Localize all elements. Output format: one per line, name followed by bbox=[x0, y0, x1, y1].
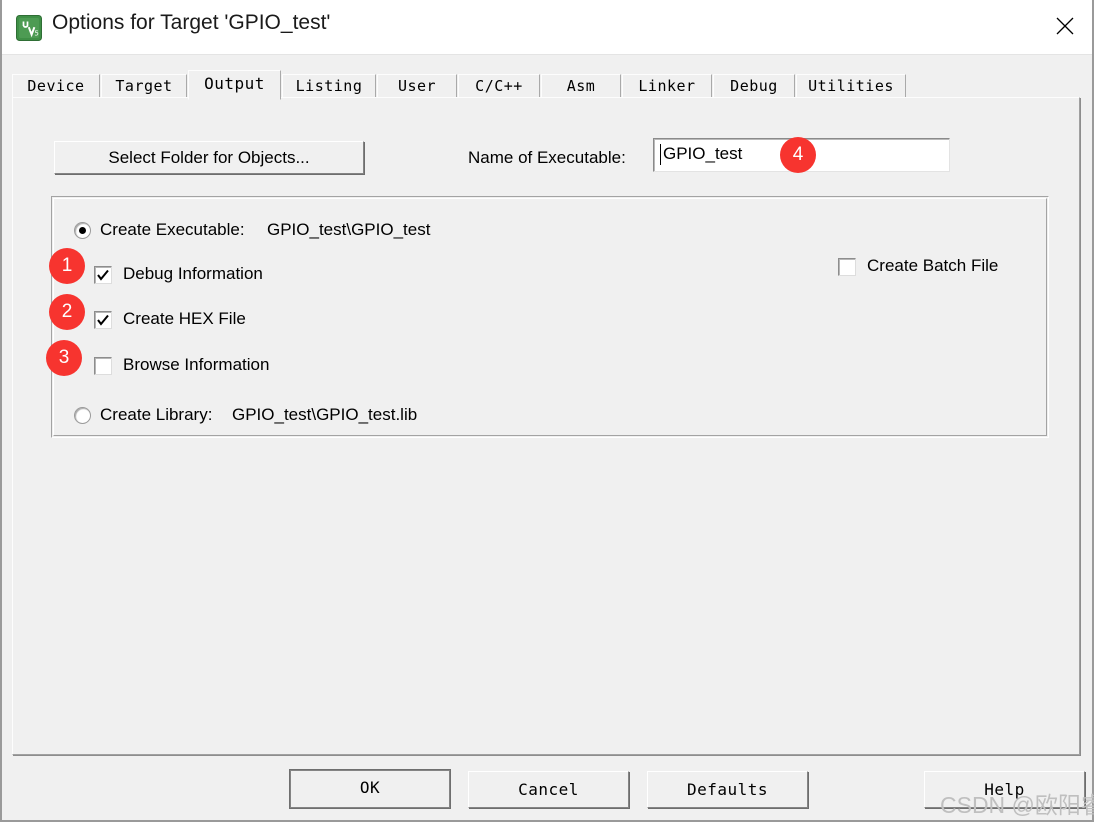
select-folder-for-objects-button[interactable]: Select Folder for Objects... bbox=[54, 141, 364, 174]
tab-utilities[interactable]: Utilities bbox=[796, 74, 906, 98]
tab-user[interactable]: User bbox=[377, 74, 457, 98]
title-bar: 5 Options for Target 'GPIO_test' bbox=[2, 0, 1092, 55]
tab-strip: Device Target Output Listing User C/C++ … bbox=[12, 70, 1082, 100]
tab-c-cpp[interactable]: C/C++ bbox=[458, 74, 540, 98]
radio-indicator bbox=[74, 407, 91, 424]
page-title: Options for Target 'GPIO_test' bbox=[52, 11, 331, 34]
keil-uvision-logo-icon: 5 bbox=[16, 15, 42, 41]
browse-information-label: Browse Information bbox=[123, 355, 270, 374]
create-executable-path: GPIO_test\GPIO_test bbox=[267, 220, 431, 239]
tab-debug[interactable]: Debug bbox=[713, 74, 795, 98]
tab-listing[interactable]: Listing bbox=[282, 74, 376, 98]
annotation-badge-2: 2 bbox=[49, 294, 85, 330]
create-library-path: GPIO_test\GPIO_test.lib bbox=[232, 405, 418, 424]
checkbox-indicator bbox=[94, 357, 112, 375]
tab-target[interactable]: Target bbox=[101, 74, 187, 98]
checkbox-indicator bbox=[838, 258, 856, 276]
create-library-label: Create Library: bbox=[100, 405, 213, 424]
close-icon[interactable] bbox=[1038, 0, 1092, 53]
defaults-button[interactable]: Defaults bbox=[647, 771, 808, 808]
svg-text:5: 5 bbox=[34, 29, 38, 37]
options-dialog-window: 5 Options for Target 'GPIO_test' Device … bbox=[0, 0, 1094, 822]
radio-indicator bbox=[74, 222, 91, 239]
annotation-badge-1: 1 bbox=[49, 248, 85, 284]
tab-linker[interactable]: Linker bbox=[622, 74, 712, 98]
debug-information-label: Debug Information bbox=[123, 264, 263, 283]
tab-asm[interactable]: Asm bbox=[541, 74, 621, 98]
create-executable-label: Create Executable: bbox=[100, 220, 245, 239]
name-of-executable-label: Name of Executable: bbox=[468, 148, 626, 167]
annotation-badge-3: 3 bbox=[46, 340, 82, 376]
create-batch-file-label: Create Batch File bbox=[867, 256, 999, 275]
cancel-button[interactable]: Cancel bbox=[468, 771, 629, 808]
text-caret bbox=[660, 144, 661, 165]
checkbox-indicator bbox=[94, 266, 112, 284]
tab-output[interactable]: Output bbox=[188, 70, 281, 100]
radio-dot bbox=[79, 227, 86, 234]
tab-device[interactable]: Device bbox=[12, 74, 100, 98]
watermark: CSDN @欧阳睿 bbox=[940, 792, 1094, 818]
name-of-executable-value: GPIO_test bbox=[663, 144, 743, 163]
ok-button[interactable]: OK bbox=[290, 770, 450, 808]
create-hex-file-label: Create HEX File bbox=[123, 309, 246, 328]
checkbox-indicator bbox=[94, 311, 112, 329]
annotation-badge-4: 4 bbox=[780, 137, 816, 173]
